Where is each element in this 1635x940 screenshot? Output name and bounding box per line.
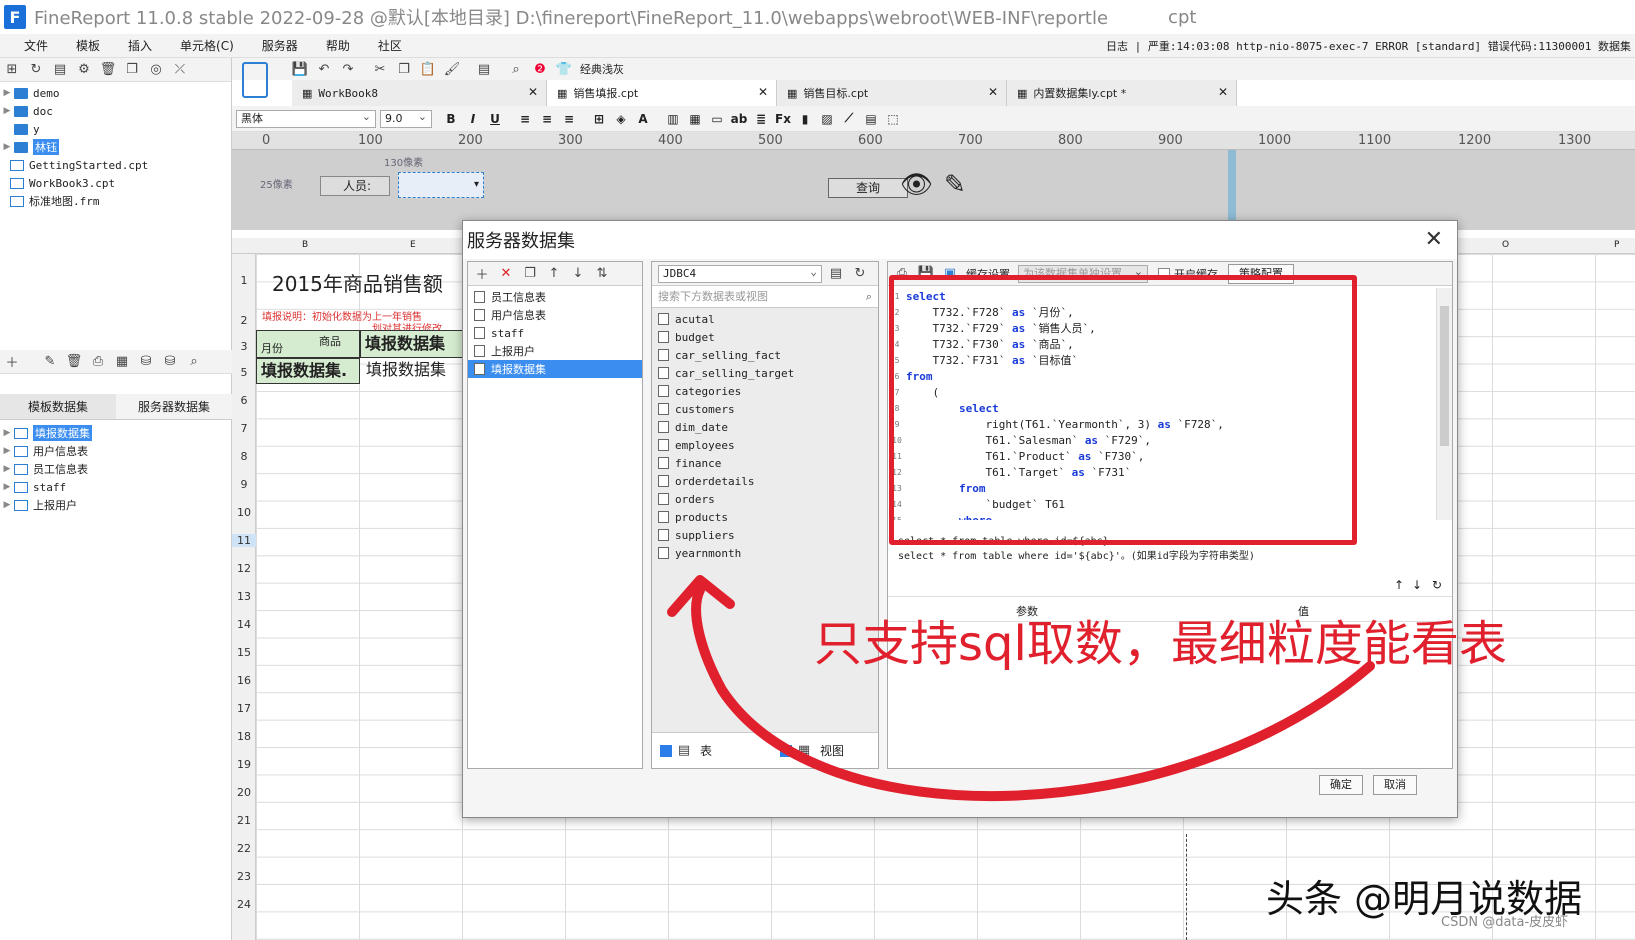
annotation-text: 只支持sql取数，最细粒度能看表 (814, 616, 1507, 672)
annotation-arrow (667, 575, 1375, 802)
watermark-csdn: CSDN @data-皮皮虾 (1441, 915, 1569, 930)
